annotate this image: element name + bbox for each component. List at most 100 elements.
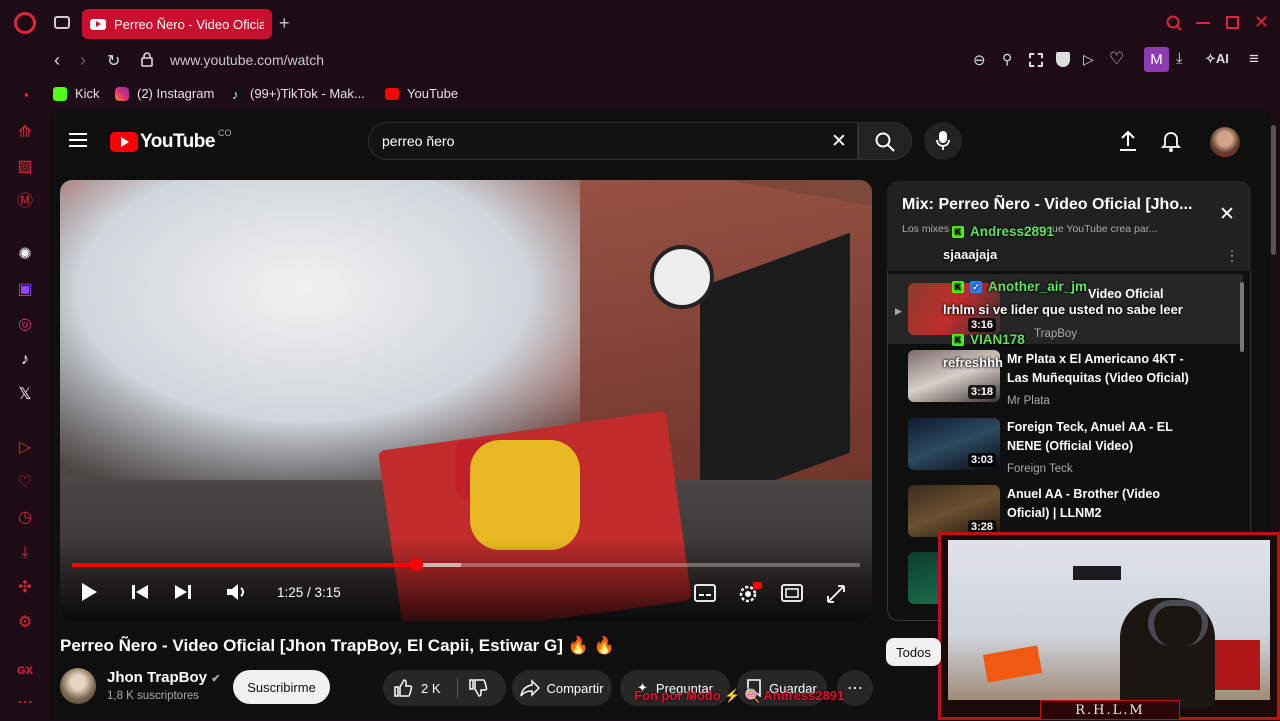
flow-icon[interactable]: ▨ [16,158,34,176]
thumbs-up-icon [394,679,413,697]
youtube-play-logo-icon [110,132,138,152]
gx-icon[interactable]: GX [16,662,34,680]
ai-label: AI [1215,51,1229,66]
channel-name[interactable]: Jhon TrapBoy ✔ [107,669,220,686]
instagram-sidebar-icon[interactable]: ◎ [16,316,34,334]
thumbs-down-icon [468,679,487,697]
settings-icon[interactable]: ⚙ [16,614,34,632]
search-tabs-icon[interactable] [1166,15,1182,31]
volume-button[interactable] [226,582,248,602]
snapshot-icon[interactable] [1029,53,1043,67]
zoom-icon[interactable]: ⊖ [973,51,986,69]
tiktok-sidebar-icon[interactable]: ♪ [16,351,34,369]
subtitles-icon [694,584,716,602]
subscribe-button[interactable]: Suscribirme [233,670,330,704]
favorites-icon[interactable]: ♡ [16,474,34,492]
verified-badge-icon: ✓ [970,281,982,293]
time-display: 1:25 / 3:15 [277,585,341,600]
next-button[interactable] [174,582,192,602]
maximize-icon[interactable] [1226,16,1239,29]
shield-icon[interactable] [1056,52,1070,67]
voice-search-button[interactable] [924,122,962,160]
bookmark-kick[interactable]: Kick [53,86,100,101]
aria-ai-button[interactable]: ✧AI [1205,51,1229,67]
video-player[interactable] [60,180,872,621]
extensions-icon[interactable]: ✣ [16,579,34,597]
new-tab-plus-icon[interactable]: + [279,13,290,34]
minimize-icon[interactable] [1196,22,1210,24]
create-upload-icon[interactable] [1118,130,1138,152]
downloads-icon[interactable]: ⤓ [16,544,34,562]
like-count: 2 K [421,680,441,696]
lock-icon[interactable] [141,52,153,67]
share-button[interactable]: Compartir [512,670,612,706]
dislike-button[interactable] [468,678,488,698]
account-avatar[interactable] [1210,127,1240,157]
workspaces-icon[interactable] [54,16,70,29]
more-icon[interactable]: ⋯ [16,694,34,712]
download-icon[interactable]: ⤓ [1176,50,1183,67]
previous-button[interactable] [131,582,149,602]
clear-search-icon[interactable]: ✕ [831,130,847,153]
webcam-wall-object [1073,566,1121,580]
like-button[interactable]: 2 K [393,678,441,698]
playlist-item-title: Mr Plata x El Americano 4KT - Las Muñequ… [1007,352,1189,385]
progress-scrubber[interactable] [409,558,423,571]
filter-chip-all[interactable]: Todos [886,638,941,666]
mix-title[interactable]: Mix: Perreo Ñero - Video Oficial [Jho... [902,196,1192,214]
bookmark-label: (99+)TikTok - Mak... [250,86,365,101]
forward-icon[interactable]: › [80,50,86,71]
kick-badge-icon: K [952,281,964,293]
channel-avatar[interactable] [60,668,96,704]
playlist-thumbnail: 3:03 [908,418,1000,470]
url-field[interactable]: www.youtube.com/watch [170,52,324,68]
menu-icon[interactable]: ≡ [1249,49,1259,69]
verified-check-icon: ✔ [211,673,221,685]
heart-icon[interactable]: ♡ [1109,49,1124,69]
pin-icon[interactable]: ⚲ [1002,51,1012,68]
bookmark-youtube[interactable]: YouTube [385,86,458,101]
playlist-item-channel: Mr Plata [1007,395,1050,407]
search-input[interactable]: perreo ñero [382,133,454,149]
playlist-more-icon[interactable]: ⋮ [1225,247,1239,264]
theater-mode-button[interactable] [781,584,803,602]
youtube-logo[interactable]: YouTube CO [110,128,231,153]
playlist-item-channel: Foreign Teck [1007,463,1073,475]
opera-logo-icon[interactable] [14,12,36,34]
hamburger-menu-icon[interactable] [69,132,87,148]
messenger-icon[interactable]: Ⓜ [16,193,34,211]
crypto-wallet-icon[interactable]: ⟰ [16,124,34,142]
notifications-bell-icon[interactable] [1161,130,1181,152]
fullscreen-button[interactable] [826,584,846,604]
reload-icon[interactable]: ↻ [107,51,120,71]
playlist-item[interactable]: 3:03 Foreign Teck, Anuel AA - EL NENE (O… [908,418,1238,482]
playlist-item-channel: TrapBoy [1034,328,1078,340]
stream-promo-text: Fon por Modo ⚡ 🍭 Andress2891 [634,688,845,703]
send-icon[interactable]: ▷ [1083,51,1094,68]
bookmark-label: Kick [75,86,100,101]
bookmark-instagram[interactable]: (2) Instagram [115,86,214,101]
tab-active[interactable]: Perreo Ñero - Video Oficial [82,9,272,39]
history-icon[interactable]: ◷ [16,509,34,527]
settings-button[interactable] [738,582,762,604]
profile-button[interactable]: M [1144,47,1169,72]
close-window-icon[interactable]: ✕ [1254,12,1269,33]
duration-badge: 3:03 [967,453,996,467]
search-button[interactable] [858,122,912,160]
playlist-scrollbar[interactable] [1240,282,1244,352]
play-icon [82,583,97,601]
play-button[interactable] [80,582,98,602]
page-scrollbar[interactable] [1271,125,1276,255]
x-twitter-icon[interactable]: 𝕏 [16,386,34,404]
player-icon[interactable]: ▷ [16,439,34,457]
browser-sidebar: ◔ ⟰ ▨ Ⓜ ✺ ▣ ◎ ♪ 𝕏 ▷ ♡ ◷ ⤓ ✣ ⚙ GX ⋯ [0,76,50,720]
playlist-thumbnail [908,552,938,604]
close-playlist-icon[interactable]: ✕ [1219,203,1235,226]
chat-username: K Andress2891 [952,224,1054,239]
speed-dial-icon[interactable]: ◔ [16,88,34,106]
subtitles-button[interactable] [694,584,716,602]
back-icon[interactable]: ‹ [54,50,60,71]
twitch-icon[interactable]: ▣ [16,281,34,299]
bookmark-tiktok[interactable]: ♪ (99+)TikTok - Mak... [232,86,365,102]
chatgpt-icon[interactable]: ✺ [16,246,34,264]
